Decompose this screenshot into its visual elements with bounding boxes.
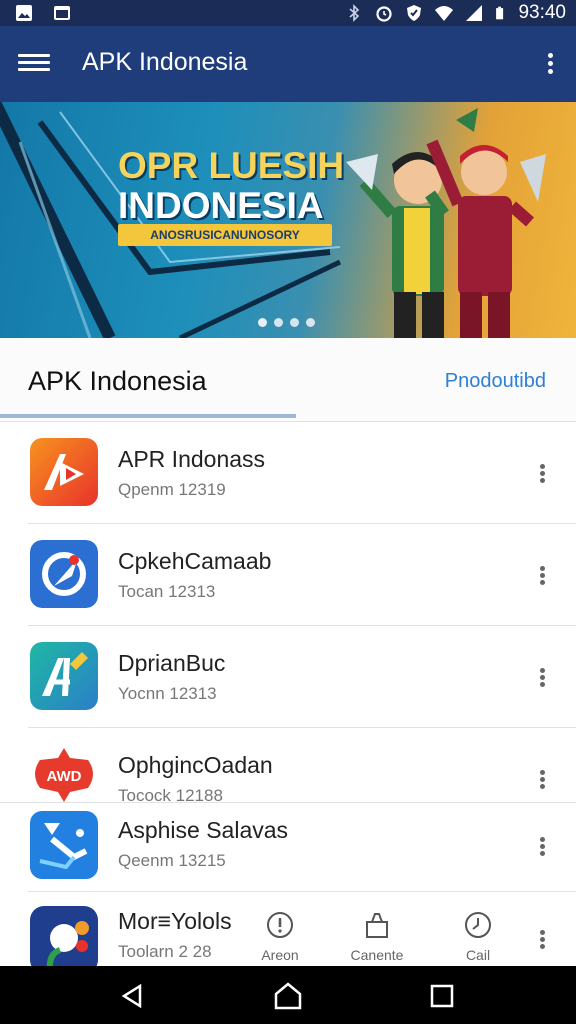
shield-icon [407, 5, 422, 21]
battery-icon [496, 6, 504, 20]
list-item[interactable]: CpkehCamaab Tocan 12313 [0, 524, 576, 626]
back-icon[interactable] [118, 982, 146, 1010]
tab-indicator [0, 414, 296, 418]
app-name: DprianBuc [118, 650, 226, 676]
more-vertical-icon[interactable] [544, 50, 556, 78]
bag-icon [366, 913, 388, 938]
more-vertical-icon[interactable] [538, 666, 546, 688]
gallery-icon [54, 6, 70, 20]
tab-cail[interactable]: Cail [448, 910, 508, 963]
app-bar: APK Indonesia [0, 26, 576, 102]
app-name: OphgincOadan [118, 752, 273, 778]
image-icon [16, 5, 32, 21]
bluetooth-icon [349, 4, 360, 22]
tab-canente[interactable]: Canente [347, 910, 407, 963]
app-subtitle: Qpenm 12319 [118, 480, 226, 499]
app-subtitle: Qeenm 13215 [118, 851, 226, 870]
app-name: CpkehCamaab [118, 548, 272, 574]
section-title: APK Indonesia [28, 366, 207, 396]
app-subtitle: Toolarn 2 28 [118, 942, 212, 961]
section-header: APK Indonesia Pnodoutibd [0, 338, 576, 422]
page-dot [290, 318, 299, 327]
app-subtitle: Tocan 12313 [118, 582, 216, 601]
bottom-tab-bar: Areon Canente Cail [250, 910, 576, 966]
home-icon[interactable] [272, 980, 304, 1012]
compass-icon [30, 540, 98, 608]
banner-tagline: ANOSRUSICANUNOSORY [118, 224, 332, 246]
map-pin-icon [30, 811, 98, 879]
info-icon [267, 912, 293, 938]
more-vertical-icon[interactable] [538, 564, 546, 586]
tab-areon[interactable]: Areon [250, 910, 310, 963]
signal-icon [466, 5, 483, 21]
promo-banner[interactable]: OPR LUESIH INDONESIA ANOSRUSICANUNOSORY [0, 102, 576, 338]
page-dot [258, 318, 267, 327]
page-indicator [258, 318, 315, 327]
status-bar: 93:40 [0, 0, 576, 26]
svg-text:AWD: AWD [47, 768, 82, 785]
recents-icon[interactable] [428, 982, 456, 1010]
puzzle-icon [30, 906, 98, 974]
section-link[interactable]: Pnodoutibd [445, 370, 546, 393]
list-item[interactable]: DprianBuc Yocnn 12313 [0, 626, 576, 728]
list-item[interactable]: APR Indonass Qpenm 12319 [0, 422, 576, 524]
clock-icon [465, 912, 491, 938]
app-name: Mor≡Yolols [118, 908, 232, 934]
more-vertical-icon[interactable] [538, 835, 546, 857]
app-name: APR Indonass [118, 446, 266, 472]
ai-brush-icon [30, 642, 98, 710]
page-dot [274, 318, 283, 327]
banner-headline: OPR LUESIH INDONESIA [118, 145, 345, 226]
more-vertical-icon[interactable] [538, 768, 546, 790]
app-title: APK Indonesia [82, 48, 248, 76]
system-nav-bar [0, 966, 576, 1024]
more-vertical-icon[interactable] [538, 462, 546, 484]
alarm-icon [376, 6, 393, 22]
app-name: Asphise Salavas [118, 817, 289, 843]
page-dot [306, 318, 315, 327]
list-item[interactable]: Asphise Salavas Qeenm 13215 [0, 802, 576, 892]
hamburger-icon[interactable] [18, 50, 50, 78]
play-icon [30, 438, 98, 506]
clock-time: 93:40 [518, 2, 566, 23]
wifi-icon [435, 6, 454, 21]
app-subtitle: Yocnn 12313 [118, 684, 217, 703]
